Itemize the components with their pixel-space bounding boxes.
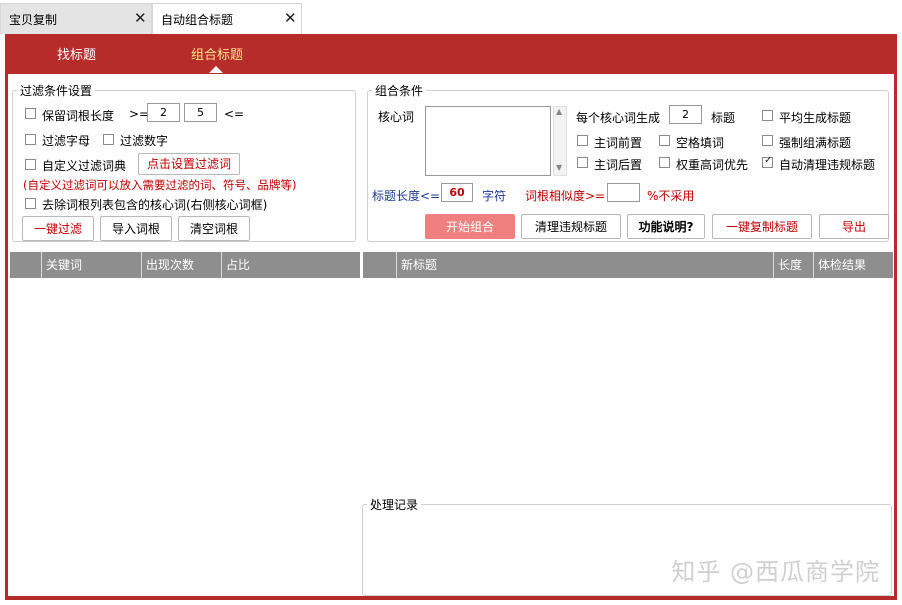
space-fill-label: 空格填词 — [676, 136, 725, 150]
filter-digits-label: 过滤数字 — [120, 134, 169, 148]
space-fill-checkbox[interactable] — [659, 135, 670, 146]
filter-digits-checkbox[interactable] — [103, 134, 114, 145]
main-word-front-checkbox[interactable] — [577, 135, 588, 146]
one-click-filter-button[interactable]: 一键过滤 — [22, 216, 94, 241]
active-caret-icon — [209, 66, 223, 73]
start-combine-button[interactable]: 开始组合 — [425, 214, 515, 239]
nav-combine-titles[interactable]: 组合标题 — [191, 44, 243, 63]
remove-core-words-label: 去除词根列表包含的核心词(右侧核心词框) — [42, 198, 268, 212]
average-titles-checkbox[interactable] — [762, 110, 773, 121]
column-header-check-result[interactable]: 体检结果 — [814, 252, 893, 278]
core-words-textarea[interactable] — [425, 106, 551, 176]
le-sign: <= — [224, 107, 245, 121]
per-core-label: 每个核心词生成 — [576, 111, 661, 125]
copy-titles-button[interactable]: 一键复制标题 — [712, 214, 812, 239]
import-roots-button[interactable]: 导入词根 — [100, 216, 172, 241]
column-header-select[interactable] — [363, 252, 397, 278]
help-button[interactable]: 功能说明? — [627, 214, 705, 239]
weight-priority-checkbox[interactable] — [659, 157, 670, 168]
force-full-label: 强制组满标题 — [779, 136, 852, 150]
main-word-back-checkbox[interactable] — [577, 157, 588, 168]
similarity-input[interactable] — [607, 183, 640, 202]
combination-legend: 组合条件 — [372, 82, 427, 99]
main-word-back-label: 主词后置 — [594, 158, 643, 172]
average-titles-label: 平均生成标题 — [779, 111, 852, 125]
clear-roots-button[interactable]: 清空词根 — [178, 216, 250, 241]
column-header-new-title[interactable]: 新标题 — [397, 252, 774, 278]
tab-label: 宝贝复制 — [9, 13, 58, 27]
column-header-select[interactable] — [10, 252, 42, 278]
similarity-label: 词根相似度>= — [525, 189, 606, 203]
title-length-input[interactable]: 60 — [441, 183, 473, 202]
not-used-label: %不采用 — [647, 189, 695, 203]
root-length-max-input[interactable]: 5 — [184, 103, 217, 122]
column-header-keyword[interactable]: 关键词 — [42, 252, 142, 278]
core-words-scrollbar[interactable]: ▲ ▼ — [553, 106, 567, 176]
tab-auto-combine-title[interactable]: 自动组合标题 ✕ — [152, 3, 302, 34]
chars-unit-label: 字符 — [482, 189, 507, 203]
close-icon[interactable]: ✕ — [134, 9, 147, 27]
root-length-min-input[interactable]: 2 — [147, 103, 180, 122]
custom-dict-checkbox[interactable] — [25, 159, 36, 170]
export-button[interactable]: 导出 — [819, 214, 889, 239]
titles-table-header: 新标题 长度 体检结果 — [363, 252, 893, 278]
process-log-legend: 处理记录 — [367, 496, 422, 513]
auto-clean-checkbox[interactable] — [762, 155, 773, 168]
set-filter-words-button[interactable]: 点击设置过滤词 — [138, 153, 240, 175]
tab-bar: 宝贝复制 ✕ 自动组合标题 ✕ — [0, 0, 902, 34]
nav-find-titles[interactable]: 找标题 — [57, 44, 96, 63]
column-header-length[interactable]: 长度 — [774, 252, 814, 278]
keywords-table-header: 关键词 出现次数 占比 — [10, 252, 360, 278]
custom-filter-hint: (自定义过滤词可以放入需要过滤的词、符号、品牌等) — [23, 178, 297, 192]
titles-table-body[interactable] — [363, 278, 893, 500]
core-words-label: 核心词 — [378, 110, 415, 124]
custom-dict-label: 自定义过滤词典 — [42, 159, 127, 173]
column-header-occurrences[interactable]: 出现次数 — [142, 252, 222, 278]
clean-violations-button[interactable]: 清理违规标题 — [521, 214, 621, 239]
keep-root-length-checkbox[interactable] — [25, 108, 36, 119]
per-core-count-input[interactable]: 2 — [669, 105, 702, 124]
tab-bao-bei-copy[interactable]: 宝贝复制 ✕ — [0, 3, 152, 34]
main-word-front-label: 主词前置 — [594, 136, 643, 150]
close-icon[interactable]: ✕ — [284, 9, 297, 27]
keep-root-length-label: 保留词根长度 — [42, 109, 115, 123]
remove-core-words-checkbox[interactable] — [25, 198, 36, 209]
tab-label: 自动组合标题 — [161, 13, 234, 27]
column-header-ratio[interactable]: 占比 — [222, 252, 360, 278]
titles-unit-label: 标题 — [711, 111, 736, 125]
weight-priority-label: 权重高词优先 — [676, 158, 749, 172]
watermark-text: 知乎 @西瓜商学院 — [671, 558, 880, 586]
filter-letters-checkbox[interactable] — [25, 134, 36, 145]
title-length-label: 标题长度<= — [372, 189, 441, 203]
scroll-up-icon[interactable]: ▲ — [556, 107, 562, 116]
keywords-table-body[interactable] — [10, 278, 360, 594]
auto-clean-label: 自动清理违规标题 — [779, 158, 876, 172]
filter-legend: 过滤条件设置 — [17, 82, 96, 99]
filter-letters-label: 过滤字母 — [42, 134, 91, 148]
scroll-down-icon[interactable]: ▼ — [556, 163, 562, 172]
force-full-checkbox[interactable] — [762, 135, 773, 146]
